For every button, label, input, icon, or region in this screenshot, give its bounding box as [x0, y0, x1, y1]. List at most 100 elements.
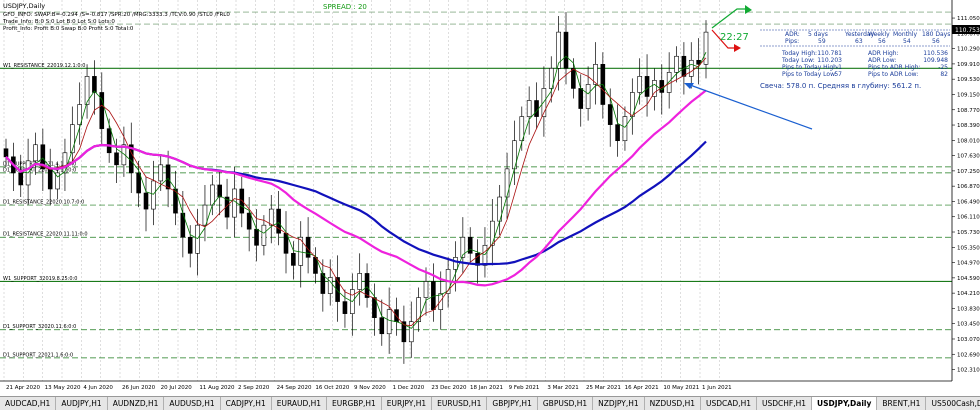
candle-body [534, 100, 539, 117]
candle-body [467, 236, 473, 254]
candle-body [3, 148, 9, 158]
symbol-tab[interactable]: NZDJPY,H1 [593, 397, 645, 410]
adr-left-label: Pips to Today Low: [782, 71, 837, 78]
candle-body [637, 76, 642, 93]
header-line-3: Profit_Info: Profit B:0 Swap B:0 Profit … [3, 26, 134, 32]
time-axis-label: 4 Jun 2020 [83, 385, 113, 391]
price-axis-label: 104.970 [957, 261, 980, 267]
candle-body [585, 84, 591, 109]
symbol-tab[interactable]: AUDNZD,H1 [108, 397, 165, 410]
timer-label: 22:27 [720, 32, 749, 43]
symbol-tab[interactable]: EURJPY,H1 [382, 397, 433, 410]
adr-pips: 63 [855, 38, 863, 45]
price-axis-label: 108.770 [957, 108, 980, 114]
symbol-tab[interactable]: BRENT,H1 [877, 397, 927, 410]
candle-note: Свеча: 578.0 п. Средняя в глубину: 561.2… [760, 82, 921, 90]
symbol-tab[interactable]: AUDCAD,H1 [0, 397, 57, 410]
symbol-tabs: AUDCAD,H1 AUDJPY,H1 AUDNZD,H1 AUDUSD,H1 CADJ… [0, 396, 980, 410]
level-label: W1_SUPPORT_32019.8.25:0:0 [3, 276, 77, 282]
candle-body [453, 257, 458, 270]
candle-body [47, 168, 53, 190]
adr-header: Monthly [893, 31, 917, 38]
price-axis-label: 103.070 [957, 337, 980, 343]
adr-left-value: -1 [836, 64, 842, 71]
time-axis-label: 2 Sep 2020 [238, 385, 270, 391]
price-axis-label: 105.730 [957, 230, 980, 236]
adr-pips: Pips: [785, 38, 799, 45]
time-axis-label: 20 Jul 2020 [161, 385, 193, 391]
symbol-tab[interactable]: AUDJPY,H1 [56, 397, 108, 410]
level-label: D1_RESISTANCE_22020.11.11:0:0 [3, 232, 88, 238]
price-axis-label: 102.690 [957, 352, 980, 358]
symbol-tab[interactable]: EURUSD,H1 [432, 397, 488, 410]
candle-body [674, 55, 679, 73]
price-axis-label: 106.490 [957, 199, 980, 205]
level-label: D1_SUPPORT_22021.1.6:0:0 [3, 352, 73, 358]
symbol-tab[interactable]: NZDUSD,H1 [645, 397, 702, 410]
price-axis-label: 108.010 [957, 138, 980, 144]
candle-body [232, 188, 237, 218]
candle-body [187, 236, 193, 254]
candle-body [482, 244, 488, 266]
candle-body [615, 124, 620, 142]
symbol-tab[interactable]: GBPJPY,H1 [487, 397, 538, 410]
symbol-tab[interactable]: US500Cash,Daily [926, 397, 980, 410]
price-axis-label: 106.870 [957, 184, 980, 190]
candle-body [423, 281, 429, 298]
time-axis-label: 9 Nov 2020 [354, 385, 386, 391]
candle-body [33, 144, 38, 162]
candle-body [688, 59, 694, 77]
candle-body [151, 180, 156, 210]
candle-body [379, 317, 385, 335]
candle-body [114, 152, 119, 166]
price-axis-label: 107.250 [957, 169, 980, 175]
time-axis-label: 3 Mar 2021 [547, 385, 578, 391]
symbol-tab[interactable]: USDJPY,Daily [812, 397, 878, 410]
adr-pips: 56 [932, 38, 940, 45]
candle-body [158, 164, 164, 182]
price-axis-label: 108.390 [957, 123, 980, 129]
candle-body [210, 184, 215, 206]
candle-body [644, 76, 650, 97]
time-axis-label: 23 Dec 2020 [431, 385, 467, 391]
price-axis-label: 109.530 [957, 77, 980, 83]
price-axis-label: 105.350 [957, 245, 980, 251]
adr-right-value: 82 [940, 71, 948, 78]
price-axis-label: 110.290 [957, 47, 980, 53]
price-axis-label: 102.310 [957, 368, 980, 374]
candle-body [195, 224, 200, 254]
adr-right-value: -25 [938, 64, 948, 71]
price-chart[interactable]: W1_RESISTANCE_22019.12.1:0:0 D1_SUPPORT_2… [0, 0, 980, 409]
candle-body [18, 172, 24, 186]
candle-body [136, 172, 141, 194]
symbol-tab[interactable]: USDCHF,H1 [757, 397, 812, 410]
price-axis-label: 104.210 [957, 291, 980, 297]
adr-right-label: Pips to ADR High: [868, 64, 921, 71]
candle-body [261, 224, 267, 246]
symbol-tab[interactable]: USDCAD,H1 [701, 397, 757, 410]
price-axis-label: 107.630 [957, 154, 980, 160]
candle-body [342, 301, 348, 314]
time-axis-label: 18 Jan 2021 [470, 385, 503, 391]
price-axis-label: 103.450 [957, 322, 980, 328]
time-axis-label: 11 Aug 2020 [199, 385, 235, 391]
symbol-tab[interactable]: EURGBP,H1 [327, 397, 382, 410]
candle-body [607, 104, 613, 125]
level-label: D1_RESISTANCE_22020.10.7:0:0 [3, 200, 84, 206]
header-line-2: Trade_Info: B:0 S:0 Lot B:0 Lot S:0 Lots… [2, 19, 115, 25]
symbol-tab[interactable]: GBPUSD,H1 [538, 397, 594, 410]
time-axis-label: 13 May 2020 [45, 385, 81, 391]
candle-body [291, 253, 296, 266]
adr-right-value: 109.948 [923, 57, 948, 64]
symbol-tab[interactable]: EURAUD,H1 [272, 397, 328, 410]
candle-body [217, 184, 222, 198]
adr-left-label: Pips to Today High: [782, 64, 839, 71]
time-axis-label: 16 Oct 2020 [315, 385, 350, 391]
symbol-tab[interactable]: AUDUSD,H1 [164, 397, 221, 410]
time-axis-label: 1 Dec 2020 [393, 385, 425, 391]
time-axis-label: 1 Jun 2021 [702, 385, 732, 391]
header-line-1: GFO_INFO: SWAP:B=-0.294 /S=-0.817 /SPR:2… [3, 12, 230, 18]
adr-right-label: ADR High: [868, 50, 899, 57]
symbol-tab[interactable]: CADJPY,H1 [221, 397, 272, 410]
price-axis-label: 109.910 [957, 62, 980, 68]
